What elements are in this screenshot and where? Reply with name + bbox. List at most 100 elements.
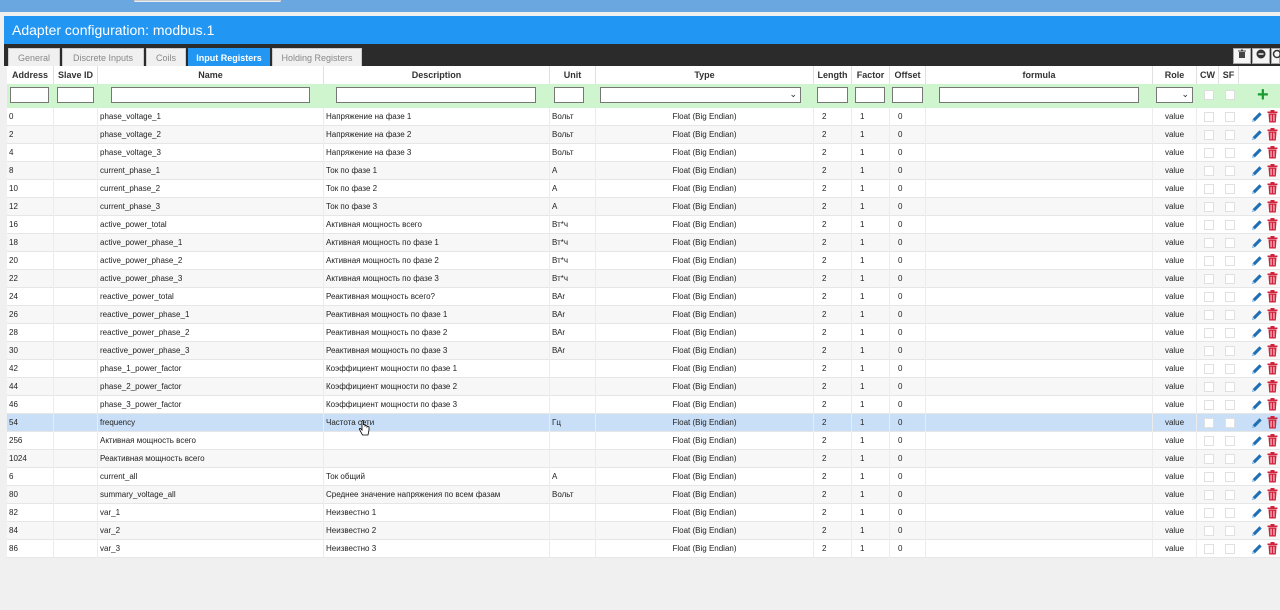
delete-trash-icon[interactable] — [1267, 308, 1278, 321]
header-offset[interactable]: Offset — [890, 66, 926, 84]
table-row[interactable]: 26 reactive_power_phase_1 Реактивная мощно… — [7, 306, 1280, 324]
header-cw[interactable]: CW — [1197, 66, 1219, 84]
edit-pencil-icon[interactable] — [1251, 471, 1263, 483]
cw-checkbox[interactable] — [1204, 544, 1214, 554]
header-address[interactable]: Address — [7, 66, 54, 84]
tab-input-registers[interactable]: Input Registers — [188, 48, 270, 66]
sf-checkbox[interactable] — [1225, 346, 1235, 356]
cw-checkbox[interactable] — [1204, 436, 1214, 446]
table-row[interactable]: 20 active_power_phase_2 Активная мощность … — [7, 252, 1280, 270]
cw-checkbox[interactable] — [1204, 472, 1214, 482]
filter-sf-checkbox[interactable] — [1225, 90, 1235, 100]
delete-trash-icon[interactable] — [1267, 272, 1278, 285]
sf-checkbox[interactable] — [1225, 328, 1235, 338]
table-row[interactable]: 16 active_power_total Активная мощность вс… — [7, 216, 1280, 234]
refresh-button[interactable] — [1271, 48, 1280, 64]
sf-checkbox[interactable] — [1225, 382, 1235, 392]
sf-checkbox[interactable] — [1225, 184, 1235, 194]
sf-checkbox[interactable] — [1225, 202, 1235, 212]
add-row-button[interactable]: + — [1257, 84, 1269, 106]
delete-trash-icon[interactable] — [1267, 146, 1278, 159]
cw-checkbox[interactable] — [1204, 418, 1214, 428]
cw-checkbox[interactable] — [1204, 526, 1214, 536]
header-slave-id[interactable]: Slave ID — [54, 66, 98, 84]
delete-trash-icon[interactable] — [1267, 200, 1278, 213]
table-row[interactable]: 12 current_phase_3 Ток по фазе 3 А Float (Bi… — [7, 198, 1280, 216]
cw-checkbox[interactable] — [1204, 148, 1214, 158]
edit-pencil-icon[interactable] — [1251, 237, 1263, 249]
header-role[interactable]: Role — [1153, 66, 1197, 84]
sf-checkbox[interactable] — [1225, 274, 1235, 284]
cw-checkbox[interactable] — [1204, 364, 1214, 374]
sf-checkbox[interactable] — [1225, 472, 1235, 482]
sf-checkbox[interactable] — [1225, 490, 1235, 500]
cw-checkbox[interactable] — [1204, 256, 1214, 266]
sf-checkbox[interactable] — [1225, 292, 1235, 302]
sf-checkbox[interactable] — [1225, 526, 1235, 536]
delete-trash-icon[interactable] — [1267, 182, 1278, 195]
table-row[interactable]: 10 current_phase_2 Ток по фазе 2 А Float (Bi… — [7, 180, 1280, 198]
edit-pencil-icon[interactable] — [1251, 489, 1263, 501]
tab-discrete-inputs[interactable]: Discrete Inputs — [62, 48, 144, 66]
table-row[interactable]: 30 reactive_power_phase_3 Реактивная мощно… — [7, 342, 1280, 360]
cw-checkbox[interactable] — [1204, 508, 1214, 518]
filter-formula-input[interactable] — [939, 87, 1139, 103]
table-row[interactable]: 0 phase_voltage_1 Напряжение на фазе 1 Воль… — [7, 108, 1280, 126]
edit-pencil-icon[interactable] — [1251, 201, 1263, 213]
cw-checkbox[interactable] — [1204, 400, 1214, 410]
cw-checkbox[interactable] — [1204, 346, 1214, 356]
table-row[interactable]: 46 phase_3_power_factor Коэффициент мощнос… — [7, 396, 1280, 414]
delete-trash-icon[interactable] — [1267, 326, 1278, 339]
delete-trash-icon[interactable] — [1267, 128, 1278, 141]
cw-checkbox[interactable] — [1204, 112, 1214, 122]
sf-checkbox[interactable] — [1225, 436, 1235, 446]
table-row[interactable]: 28 reactive_power_phase_2 Реактивная мощно… — [7, 324, 1280, 342]
edit-pencil-icon[interactable] — [1251, 417, 1263, 429]
cw-checkbox[interactable] — [1204, 238, 1214, 248]
table-row[interactable]: 22 active_power_phase_3 Активная мощность … — [7, 270, 1280, 288]
filter-cw-checkbox[interactable] — [1204, 90, 1214, 100]
header-name[interactable]: Name — [98, 66, 324, 84]
sf-checkbox[interactable] — [1225, 166, 1235, 176]
cw-checkbox[interactable] — [1204, 220, 1214, 230]
edit-pencil-icon[interactable] — [1251, 129, 1263, 141]
table-row[interactable]: 82 var_1 Неизвестно 1 Float (Big Endian) 2 1 0… — [7, 504, 1280, 522]
delete-trash-icon[interactable] — [1267, 452, 1278, 465]
delete-trash-icon[interactable] — [1267, 398, 1278, 411]
delete-trash-icon[interactable] — [1267, 164, 1278, 177]
edit-pencil-icon[interactable] — [1251, 219, 1263, 231]
delete-trash-icon[interactable] — [1267, 110, 1278, 123]
delete-trash-icon[interactable] — [1267, 254, 1278, 267]
sf-checkbox[interactable] — [1225, 418, 1235, 428]
sf-checkbox[interactable] — [1225, 364, 1235, 374]
edit-pencil-icon[interactable] — [1251, 381, 1263, 393]
sf-checkbox[interactable] — [1225, 148, 1235, 158]
table-row[interactable]: 4 phase_voltage_3 Напряжение на фазе 3 Воль… — [7, 144, 1280, 162]
filter-role-select[interactable]: ⌄ — [1156, 87, 1193, 103]
edit-pencil-icon[interactable] — [1251, 291, 1263, 303]
edit-pencil-icon[interactable] — [1251, 363, 1263, 375]
collapse-button[interactable] — [1252, 48, 1270, 64]
edit-pencil-icon[interactable] — [1251, 165, 1263, 177]
table-row[interactable]: 44 phase_2_power_factor Коэффициент мощнос… — [7, 378, 1280, 396]
table-row[interactable]: 84 var_2 Неизвестно 2 Float (Big Endian) 2 1 0… — [7, 522, 1280, 540]
delete-trash-icon[interactable] — [1267, 380, 1278, 393]
sf-checkbox[interactable] — [1225, 220, 1235, 230]
edit-pencil-icon[interactable] — [1251, 273, 1263, 285]
edit-pencil-icon[interactable] — [1251, 525, 1263, 537]
header-formula[interactable]: formula — [926, 66, 1153, 84]
delete-trash-icon[interactable] — [1267, 506, 1278, 519]
cw-checkbox[interactable] — [1204, 310, 1214, 320]
cw-checkbox[interactable] — [1204, 454, 1214, 464]
edit-pencil-icon[interactable] — [1251, 543, 1263, 555]
edit-pencil-icon[interactable] — [1251, 255, 1263, 267]
cw-checkbox[interactable] — [1204, 166, 1214, 176]
edit-pencil-icon[interactable] — [1251, 327, 1263, 339]
delete-trash-icon[interactable] — [1267, 362, 1278, 375]
table-row[interactable]: 8 current_phase_1 Ток по фазе 1 А Float (Big… — [7, 162, 1280, 180]
sf-checkbox[interactable] — [1225, 112, 1235, 122]
table-row[interactable]: 54 frequency Частота сети Гц Float (Big Endi… — [7, 414, 1280, 432]
filter-name-input[interactable] — [111, 87, 310, 103]
edit-pencil-icon[interactable] — [1251, 507, 1263, 519]
table-row[interactable]: 256 Активная мощность всего Float (Big End… — [7, 432, 1280, 450]
